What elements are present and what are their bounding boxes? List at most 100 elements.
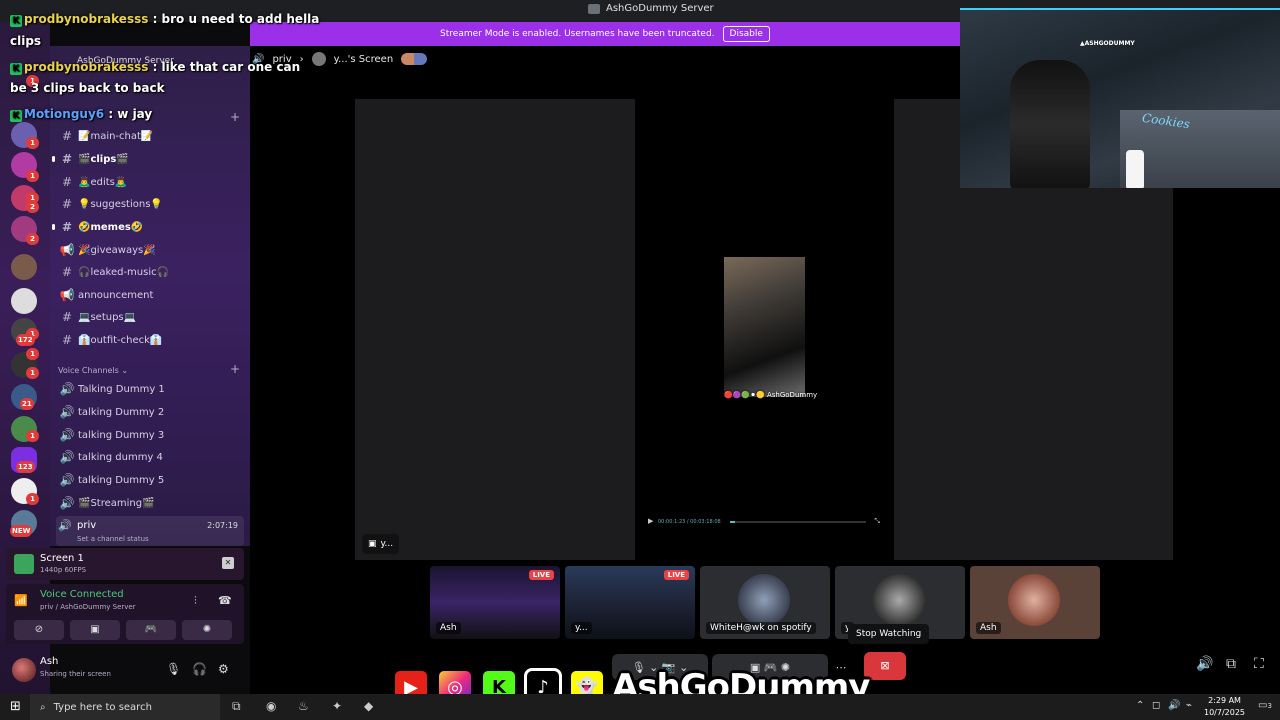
- tray-expand-icon[interactable]: ⌃: [1136, 700, 1144, 711]
- channel-memes[interactable]: # 🤣memes🤣: [52, 217, 244, 237]
- crumb-stream: y...'s Screen: [333, 53, 394, 65]
- unread-badge: 1: [26, 348, 39, 360]
- popout-icon[interactable]: ⧉: [1226, 656, 1236, 672]
- soundboard-button[interactable]: ✺: [182, 620, 232, 640]
- channel-label: announcement: [78, 289, 154, 301]
- channel-timer: 2:07:19: [207, 521, 238, 530]
- voice-channel-streaming[interactable]: 🔊 🎬Streaming🎬: [56, 493, 244, 513]
- unread-badge: 2: [26, 201, 39, 213]
- webcam-overlay: ▲ASHGODUMMY Cookies: [960, 8, 1280, 188]
- stop-sharing-icon[interactable]: ✕: [222, 557, 234, 569]
- screen-title: Screen 1: [40, 553, 84, 564]
- voice-status[interactable]: Voice Connected: [40, 589, 124, 600]
- participant-name: WhiteH@wk on spotify: [706, 622, 816, 634]
- task-view-icon[interactable]: ⧉: [232, 699, 241, 714]
- disable-button[interactable]: Disable: [722, 26, 770, 42]
- volume-icon[interactable]: 🔊: [1196, 656, 1213, 672]
- participant-name: Ash: [436, 622, 461, 634]
- taskbar-app-icon[interactable]: ◉: [266, 699, 276, 713]
- seek-track[interactable]: [730, 521, 866, 523]
- channel-label: 🎧leaked-music🎧: [78, 266, 170, 278]
- screen-icon: ▣: [368, 539, 377, 549]
- hash-icon: #: [61, 175, 73, 189]
- add-channel-icon[interactable]: +: [230, 110, 240, 124]
- channel-label: talking Dummy 3: [78, 429, 165, 441]
- video-clip: [724, 257, 805, 397]
- speaker-icon: 🔊: [59, 473, 75, 487]
- chat-message: Kprodbynobrakesss : bro u need to add he…: [10, 12, 319, 27]
- chat-text: : w jay: [108, 107, 153, 121]
- chevron-down-icon: ⌄: [121, 366, 129, 375]
- headphones-icon[interactable]: 🎧: [192, 662, 207, 676]
- voice-location[interactable]: priv / AshGoDummy Server: [40, 603, 136, 611]
- voice-channel-4[interactable]: 🔊 talking dummy 4: [56, 447, 244, 467]
- add-voice-channel-icon[interactable]: +: [230, 362, 240, 376]
- participant-name: Ash: [976, 622, 1001, 634]
- notification-icon[interactable]: ▭3: [1258, 700, 1272, 711]
- taskbar-app-icon[interactable]: ◆: [364, 699, 373, 713]
- channel-setups[interactable]: # 💻setups💻: [56, 307, 244, 327]
- participant-tile[interactable]: Ash: [970, 566, 1100, 639]
- search-icon: ⌕: [40, 701, 46, 713]
- channel-announcement[interactable]: 📢 announcement: [56, 285, 244, 305]
- channel-clips[interactable]: # 🎬clips🎬: [52, 149, 244, 169]
- unread-dot: [52, 156, 55, 162]
- chat-message: Kprodbynobrakesss : like that car one ca…: [10, 60, 300, 75]
- server-icon[interactable]: [11, 288, 37, 314]
- hash-icon: #: [61, 220, 73, 234]
- voice-connected-panel: 📶 Voice Connected priv / AshGoDummy Serv…: [6, 584, 244, 644]
- stop-watching-button[interactable]: ⊠: [864, 652, 906, 680]
- voice-channel-3[interactable]: 🔊 talking Dummy 3: [56, 425, 244, 445]
- tray-app-icon[interactable]: ◻: [1152, 700, 1160, 711]
- video-seekbar[interactable]: ▶ 00:00:1:23 / 00:03:18:08 ⤡: [646, 516, 882, 528]
- voice-channel-2[interactable]: 🔊 talking Dummy 2: [56, 402, 244, 422]
- network-icon[interactable]: ⌁: [1186, 700, 1192, 711]
- voice-channel-5[interactable]: 🔊 talking Dummy 5: [56, 470, 244, 490]
- channel-label: 💡suggestions💡: [78, 198, 163, 210]
- fullscreen-icon[interactable]: ⛶: [1254, 656, 1264, 672]
- channel-giveaways[interactable]: 📢 🎉giveaways🎉: [56, 240, 244, 260]
- share-screen-button[interactable]: ▣: [70, 620, 120, 640]
- participant-tile[interactable]: LIVE Ash: [430, 566, 560, 639]
- search-placeholder: Type here to search: [53, 701, 152, 713]
- stream-avatar: [311, 52, 326, 66]
- participant-tile[interactable]: WhiteH@wk on spotify: [700, 566, 830, 639]
- avatar[interactable]: [12, 658, 36, 682]
- user-status: Sharing their screen: [40, 670, 111, 678]
- volume-tray-icon[interactable]: 🔊: [1168, 700, 1180, 711]
- play-icon[interactable]: ▶: [648, 517, 653, 525]
- channel-suggestions[interactable]: # 💡suggestions💡: [56, 194, 244, 214]
- microphone-icon[interactable]: 🎙: [166, 662, 181, 676]
- kick-icon: K: [10, 110, 22, 122]
- channel-edits[interactable]: # 🙇‍♂️edits🙇‍♂️: [56, 172, 244, 192]
- windows-start-icon[interactable]: ⊞: [10, 699, 21, 714]
- unread-badge: 2: [26, 233, 39, 245]
- chat-message: clips: [10, 34, 41, 48]
- video-off-button[interactable]: ⊘: [14, 620, 64, 640]
- channel-outfit-check[interactable]: # 👔outfit-check👔: [56, 330, 244, 350]
- gear-icon[interactable]: ⚙: [218, 662, 229, 676]
- steam-icon[interactable]: ♨: [298, 699, 309, 713]
- taskbar-search[interactable]: ⌕ Type here to search: [30, 694, 220, 720]
- clock-time: 2:29 AM: [1208, 696, 1241, 705]
- channel-label: 🎉giveaways🎉: [78, 244, 156, 256]
- noise-suppression-icon[interactable]: ⫶: [194, 594, 197, 608]
- participant-tile[interactable]: LIVE y...: [565, 566, 695, 639]
- screen-share-icon: [14, 554, 34, 574]
- channel-status[interactable]: Set a channel status: [77, 535, 149, 543]
- viewer-avatars: [401, 53, 428, 65]
- voice-channel-priv[interactable]: 🔊 priv 2:07:19 Set a channel status: [56, 516, 244, 546]
- disconnect-icon[interactable]: ☎: [218, 594, 232, 607]
- voice-category[interactable]: Voice Channels ⌄: [58, 366, 128, 375]
- taskbar-clock[interactable]: 2:29 AM 10/7/2025: [1204, 695, 1245, 719]
- channel-leaked-music[interactable]: # 🎧leaked-music🎧: [56, 262, 244, 282]
- unread-dot: [52, 224, 55, 230]
- taskbar-app-icon[interactable]: ✦: [332, 699, 342, 713]
- window-title: AshGoDummy Server: [588, 3, 714, 14]
- server-icon[interactable]: [11, 254, 37, 280]
- fullscreen-icon[interactable]: ⤡: [874, 517, 880, 526]
- voice-channel-1[interactable]: 🔊 Talking Dummy 1: [56, 379, 244, 399]
- channel-main-chat[interactable]: # 📝main-chat📝: [56, 126, 244, 146]
- activities-button[interactable]: 🎮: [126, 620, 176, 640]
- hash-icon: #: [61, 265, 73, 279]
